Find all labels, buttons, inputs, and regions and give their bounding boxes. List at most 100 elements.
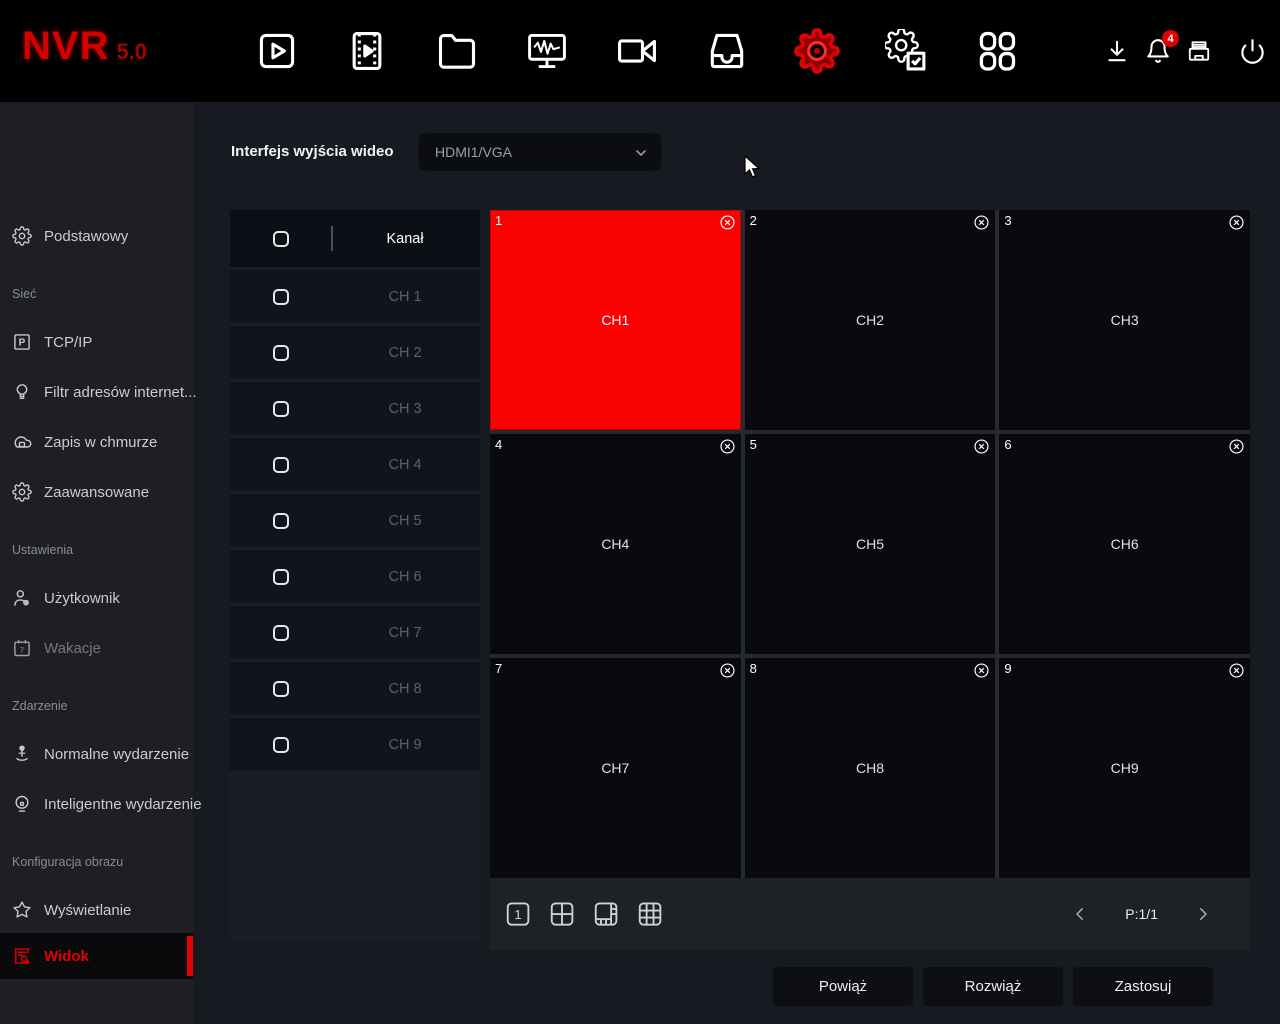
nvr-settings-screen: NVR 5.0 4 Podstawowy Sieć P TCP/IP Filtr… xyxy=(0,0,1280,1024)
sidebar-item-uzytkownik[interactable]: Użytkownik xyxy=(0,580,193,616)
close-icon[interactable] xyxy=(1228,214,1245,231)
modules-icon[interactable] xyxy=(974,28,1020,74)
grid-tile-2[interactable]: 2 CH2 xyxy=(744,210,996,430)
row-checkbox[interactable] xyxy=(273,512,289,529)
tile-number: 4 xyxy=(495,437,503,452)
grid-tile-5[interactable]: 5 CH5 xyxy=(744,434,996,654)
close-icon[interactable] xyxy=(719,662,736,679)
row-label: CH 1 xyxy=(388,288,422,305)
playback-icon[interactable] xyxy=(344,28,390,74)
close-icon[interactable] xyxy=(719,438,736,455)
power-icon[interactable] xyxy=(1238,37,1266,65)
version-text: 5.0 xyxy=(116,39,148,64)
output-interface-value: HDMI1/VGA xyxy=(435,144,513,160)
row-checkbox[interactable] xyxy=(273,288,289,305)
apply-button[interactable]: Zastosuj xyxy=(1073,967,1213,1006)
sidebar-item-label: Zapis w chmurze xyxy=(44,433,158,451)
backup-device-icon[interactable] xyxy=(1185,37,1213,65)
person-event-icon xyxy=(11,743,33,765)
sidebar-item-tcpip[interactable]: P TCP/IP xyxy=(0,324,193,360)
table-row-ch7[interactable]: CH 7 xyxy=(230,606,480,659)
star-icon xyxy=(11,899,33,921)
sidebar-item-filtr-adresow[interactable]: Filtr adresów internet... xyxy=(0,374,197,410)
tcpip-icon: P xyxy=(11,331,33,353)
grid-tile-9[interactable]: 9 CH9 xyxy=(999,658,1250,878)
unbind-button[interactable]: Rozwiąż xyxy=(923,967,1063,1006)
sidebar-item-wyswietlanie[interactable]: Wyświetlanie xyxy=(0,892,193,928)
grid-tile-4[interactable]: 4 CH4 xyxy=(490,434,741,654)
page-next-icon[interactable] xyxy=(1194,905,1212,923)
table-row-ch4[interactable]: CH 4 xyxy=(230,438,480,491)
table-row-ch9[interactable]: CH 9 xyxy=(230,718,480,771)
top-actions: 4 xyxy=(1103,0,1266,102)
download-icon[interactable] xyxy=(1103,37,1131,65)
layout-single-icon[interactable]: 1 xyxy=(503,899,533,929)
sidebar-section-siec: Sieć xyxy=(12,287,37,301)
table-row-ch5[interactable]: CH 5 xyxy=(230,494,480,547)
sidebar-item-label: Inteligentne wydarzenie xyxy=(44,795,202,813)
table-row-ch1[interactable]: CH 1 xyxy=(230,270,480,323)
sidebar-item-normalne-wydarzenie[interactable]: Normalne wydarzenie xyxy=(0,736,193,772)
grid-tile-7[interactable]: 7 CH7 xyxy=(490,658,741,878)
tile-label: CH1 xyxy=(601,312,630,328)
tile-number: 1 xyxy=(495,213,503,228)
row-checkbox[interactable] xyxy=(273,736,289,753)
table-row-ch3[interactable]: CH 3 xyxy=(230,382,480,435)
grid-tile-3[interactable]: 3 CH3 xyxy=(999,210,1250,430)
sidebar-item-widok[interactable]: Widok xyxy=(0,933,193,979)
close-icon[interactable] xyxy=(1228,438,1245,455)
close-icon[interactable] xyxy=(719,214,736,231)
system-service-icon[interactable] xyxy=(884,28,930,74)
tile-number: 2 xyxy=(749,213,757,228)
table-row-ch2[interactable]: CH 2 xyxy=(230,326,480,379)
row-label: CH 2 xyxy=(388,344,422,361)
layout-4-icon[interactable] xyxy=(547,899,577,929)
main-nav xyxy=(254,0,1020,102)
layout-8-icon[interactable] xyxy=(591,899,621,929)
select-all-checkbox[interactable] xyxy=(273,230,289,247)
table-row-ch8[interactable]: CH 8 xyxy=(230,662,480,715)
layout-9-icon[interactable] xyxy=(635,899,665,929)
sidebar-item-label: Wakacje xyxy=(44,639,101,657)
close-icon[interactable] xyxy=(973,438,990,455)
gear-icon xyxy=(11,225,33,247)
row-checkbox[interactable] xyxy=(273,400,289,417)
row-checkbox[interactable] xyxy=(273,344,289,361)
system-maintenance-icon[interactable] xyxy=(524,28,570,74)
camera-icon[interactable] xyxy=(614,28,660,74)
bind-button[interactable]: Powiąż xyxy=(773,967,913,1006)
close-icon[interactable] xyxy=(973,662,990,679)
row-label: CH 3 xyxy=(388,400,422,417)
sidebar-item-wakacje[interactable]: 7 Wakacje xyxy=(0,630,193,666)
svg-text:P: P xyxy=(19,338,26,349)
alarm-bell-icon[interactable]: 4 xyxy=(1144,30,1179,65)
grid-tile-6[interactable]: 6 CH6 xyxy=(999,434,1250,654)
top-bar: NVR 5.0 4 xyxy=(0,0,1280,102)
row-checkbox[interactable] xyxy=(273,568,289,585)
sidebar-item-podstawowy[interactable]: Podstawowy xyxy=(0,218,193,254)
storage-icon[interactable] xyxy=(704,28,750,74)
close-icon[interactable] xyxy=(973,214,990,231)
chevron-down-icon xyxy=(633,145,649,166)
svg-text:1: 1 xyxy=(514,907,521,922)
sidebar-item-zapis-w-chmurze[interactable]: Zapis w chmurze xyxy=(0,424,193,460)
grid-tile-1[interactable]: 1 CH1 xyxy=(490,210,741,430)
table-row-ch6[interactable]: CH 6 xyxy=(230,550,480,603)
tile-number: 7 xyxy=(495,661,503,676)
sidebar-item-zaawansowane[interactable]: Zaawansowane xyxy=(0,474,193,510)
page-prev-icon[interactable] xyxy=(1071,905,1089,923)
settings-icon[interactable] xyxy=(794,28,840,74)
close-icon[interactable] xyxy=(1228,662,1245,679)
output-interface-select[interactable]: HDMI1/VGA xyxy=(418,132,662,172)
tile-number: 6 xyxy=(1004,437,1012,452)
row-checkbox[interactable] xyxy=(273,680,289,697)
row-checkbox[interactable] xyxy=(273,456,289,473)
file-management-icon[interactable] xyxy=(434,28,480,74)
grid-tile-8[interactable]: 8 CH8 xyxy=(744,658,996,878)
cloud-icon xyxy=(11,431,33,453)
row-checkbox[interactable] xyxy=(273,624,289,641)
preview-icon[interactable] xyxy=(254,28,300,74)
sidebar-item-inteligentne-wydarzenie[interactable]: Inteligentne wydarzenie xyxy=(0,786,202,822)
bulb-icon xyxy=(11,381,33,403)
row-label: CH 9 xyxy=(388,736,422,753)
